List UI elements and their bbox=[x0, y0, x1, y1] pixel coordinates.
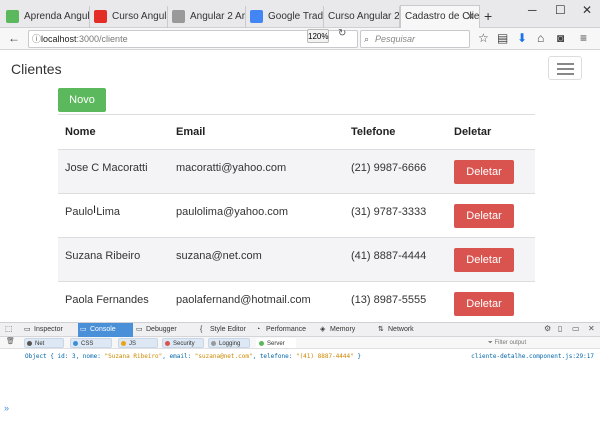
trash-icon[interactable]: 🗑 bbox=[6, 337, 15, 345]
pick-element-icon[interactable]: ⬚ bbox=[5, 324, 13, 333]
browser-tab-bar: Aprenda Angula... Curso Angular 2... Ang… bbox=[0, 0, 600, 29]
tab-memory[interactable]: ◈ Memory bbox=[318, 323, 364, 337]
network-icon: ⇅ bbox=[378, 326, 384, 333]
library-icon[interactable]: ▤ bbox=[497, 30, 508, 46]
devtools-panel: ⬚ ▭ Inspector ▭ Console ▭ Debugger {Style E… bbox=[0, 322, 600, 445]
style-editor-icon: { bbox=[200, 326, 203, 333]
table-row[interactable]: Paola Fernandes paolafernand@hotmail.com… bbox=[58, 281, 535, 322]
info-icon: ⓘ bbox=[32, 34, 42, 44]
delete-button[interactable]: Deletar bbox=[454, 160, 514, 184]
filter-net[interactable]: Net bbox=[24, 338, 64, 348]
download-icon[interactable]: ⬇ bbox=[517, 30, 527, 46]
tab-console[interactable]: ▭ Console bbox=[78, 323, 133, 337]
console-icon: ▭ bbox=[80, 326, 87, 333]
youtube-icon bbox=[94, 10, 107, 23]
cell-telefone: (13) 8987-5555 bbox=[351, 294, 427, 306]
tab-performance[interactable]: ◔ Performance bbox=[254, 323, 312, 337]
console-filters: 🗑 Net CSS JS Security Logging Server ⏷ F… bbox=[0, 337, 600, 349]
dock-window-icon[interactable]: ▭ bbox=[572, 324, 580, 333]
browser-tab-2[interactable]: Curso Angular 2... bbox=[90, 6, 168, 28]
search-input[interactable]: ⌕ Pesquisar bbox=[360, 30, 470, 48]
navbar-brand[interactable]: Clientes bbox=[11, 61, 62, 77]
cell-telefone: (21) 9987-6666 bbox=[351, 162, 427, 174]
browser-tab-1[interactable]: Aprenda Angula... bbox=[2, 6, 90, 28]
home-icon[interactable]: ⌂ bbox=[537, 30, 544, 46]
back-icon[interactable]: ← bbox=[8, 30, 20, 46]
performance-icon: ◔ bbox=[256, 326, 261, 333]
favicon-icon bbox=[172, 10, 185, 23]
cell-nome: Suzana Ribeiro bbox=[65, 250, 141, 262]
browser-tab-5[interactable]: Curso Angular 2 - A... bbox=[324, 6, 400, 28]
column-header-deletar: Deletar bbox=[454, 126, 492, 138]
new-client-button[interactable]: Novo bbox=[58, 88, 106, 112]
debugger-icon: ▭ bbox=[136, 326, 143, 333]
browser-tab-active[interactable]: Cadastro de Clie... ✕ bbox=[400, 5, 480, 29]
table-row[interactable]: Jose C Macoratti macoratti@yahoo.com (21… bbox=[58, 149, 535, 193]
tab-network[interactable]: ⇅ Network bbox=[376, 323, 426, 337]
minimize-icon[interactable]: ─ bbox=[528, 3, 537, 17]
table-header: Nome Email Telefone Deletar bbox=[58, 115, 535, 149]
inspector-icon: ▭ bbox=[24, 326, 31, 333]
close-window-icon[interactable]: ✕ bbox=[582, 3, 592, 17]
filter-js[interactable]: JS bbox=[118, 338, 158, 348]
filter-security[interactable]: Security bbox=[162, 338, 204, 348]
bookmark-icon[interactable]: ☆ bbox=[478, 30, 489, 46]
column-header-nome: Nome bbox=[65, 126, 96, 138]
table-row[interactable]: Suzana Ribeiro suzana@net.com (41) 8887-… bbox=[58, 237, 535, 281]
reload-icon[interactable]: ↻ bbox=[338, 28, 346, 39]
filter-css[interactable]: CSS bbox=[70, 338, 112, 348]
text-cursor-icon: I bbox=[93, 204, 97, 216]
cell-email: paulolima@yahoo.com bbox=[176, 206, 289, 218]
devtools-tabs: ⬚ ▭ Inspector ▭ Console ▭ Debugger {Style E… bbox=[0, 323, 600, 337]
new-tab-button[interactable]: + bbox=[484, 8, 492, 24]
delete-button[interactable]: Deletar bbox=[454, 248, 514, 272]
filter-server[interactable]: Server bbox=[256, 338, 296, 348]
log-source-link[interactable]: cliente-detalhe.component.js:29:17 bbox=[471, 353, 594, 360]
google-icon bbox=[250, 10, 263, 23]
pocket-icon[interactable]: ◙ bbox=[557, 30, 564, 46]
memory-icon: ◈ bbox=[320, 326, 326, 333]
cell-nome: Paola Fernandes bbox=[65, 294, 149, 306]
delete-button[interactable]: Deletar bbox=[454, 204, 514, 228]
console-log-message[interactable]: Object { id: 3, nome: "Suzana Ribeiro", … bbox=[25, 353, 361, 360]
dock-side-icon[interactable]: ▯ bbox=[558, 324, 562, 333]
tab-style-editor[interactable]: {Style Editor bbox=[198, 323, 252, 337]
settings-icon[interactable]: ⚙ bbox=[544, 324, 551, 333]
cell-telefone: (31) 9787-3333 bbox=[351, 206, 427, 218]
cell-email: paolafernand@hotmail.com bbox=[176, 294, 311, 306]
menu-icon[interactable]: ≡ bbox=[580, 30, 587, 46]
browser-nav-bar: ← ⓘ localhost:3000/cliente 120% ↻ ⌕ Pesq… bbox=[0, 28, 600, 50]
tab-debugger[interactable]: ▭ Debugger bbox=[134, 323, 190, 337]
favicon-icon bbox=[6, 10, 19, 23]
clients-table: Nome Email Telefone Deletar Jose C Macor… bbox=[58, 114, 535, 322]
cell-nome: Jose C Macoratti bbox=[65, 162, 148, 174]
cell-email: suzana@net.com bbox=[176, 250, 262, 262]
console-prompt[interactable]: » bbox=[4, 403, 9, 413]
filter-logging[interactable]: Logging bbox=[208, 338, 250, 348]
table-row[interactable]: Paulo Lima paulolima@yahoo.com (31) 9787… bbox=[58, 193, 535, 237]
close-devtools-icon[interactable]: ✕ bbox=[588, 324, 595, 333]
close-tab-icon[interactable]: ✕ bbox=[466, 6, 475, 28]
column-header-email: Email bbox=[176, 126, 206, 138]
column-header-telefone: Telefone bbox=[351, 126, 396, 138]
cell-telefone: (41) 8887-4444 bbox=[351, 250, 427, 262]
navbar-toggle-button[interactable] bbox=[548, 56, 582, 80]
zoom-indicator[interactable]: 120% bbox=[307, 29, 329, 43]
filter-output-input[interactable]: ⏷ Filter output bbox=[488, 337, 526, 349]
browser-tab-3[interactable]: Angular 2 Archit... bbox=[168, 6, 246, 28]
browser-tab-4[interactable]: Google Tradutor bbox=[246, 6, 324, 28]
page-content: Clientes Novo Nome Email Telefone Deleta… bbox=[0, 50, 600, 322]
maximize-icon[interactable]: ☐ bbox=[555, 3, 566, 17]
tab-inspector[interactable]: ▭ Inspector bbox=[22, 323, 76, 337]
cell-email: macoratti@yahoo.com bbox=[176, 162, 287, 174]
delete-button[interactable]: Deletar bbox=[454, 292, 514, 316]
search-icon: ⌕ bbox=[364, 34, 370, 44]
